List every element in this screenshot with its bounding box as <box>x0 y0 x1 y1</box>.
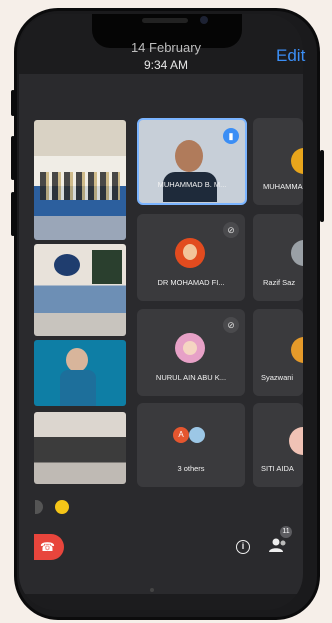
avatar-face <box>183 341 197 355</box>
others-avatar-photo <box>189 427 205 443</box>
people-icon <box>269 538 286 552</box>
volume-up-button <box>11 136 15 180</box>
participant-name: NURUL AIN ABU K... <box>155 373 227 382</box>
participant-tile-muhamma[interactable]: MUHAMMA <box>253 118 303 205</box>
participant-avatar <box>175 238 205 268</box>
info-icon[interactable]: i <box>236 540 250 554</box>
participant-avatar <box>175 333 205 363</box>
edit-button[interactable]: Edit <box>276 46 305 66</box>
power-button <box>320 150 324 222</box>
participant-name: SITI AIDA <box>261 464 294 473</box>
participant-avatar <box>289 427 303 455</box>
participant-avatar <box>291 337 303 363</box>
participant-name: 3 others <box>177 464 205 473</box>
participant-tile-muhammad-b[interactable]: ▮ MUHAMMAD B. M... <box>137 118 247 205</box>
earpiece <box>142 18 188 23</box>
participant-tile-syazwani[interactable]: Syazwani <box>253 309 303 396</box>
end-call-icon: ☎ <box>40 540 55 554</box>
video-equipment-thumbnail[interactable] <box>34 412 126 484</box>
participant-tile-nurul-ain[interactable]: ⊘ NURUL AIN ABU K... <box>137 309 245 396</box>
others-avatar-letter: A <box>173 427 189 443</box>
bottom-speaker-dot <box>150 588 154 592</box>
volume-down-button <box>11 192 15 236</box>
front-camera <box>200 16 208 24</box>
end-call-button[interactable]: ☎ <box>34 534 64 560</box>
photo-banner <box>92 250 122 284</box>
participant-avatar <box>291 240 303 266</box>
participant-tile-siti-aida[interactable]: SITI AIDA <box>253 403 303 487</box>
muted-mic-icon: ⊘ <box>223 317 239 333</box>
participant-tile-razif[interactable]: Razif Saz <box>253 214 303 301</box>
photo-event-thumbnail[interactable] <box>34 244 126 336</box>
video-speaker-thumbnail[interactable] <box>34 340 126 406</box>
participant-video-face <box>175 140 203 172</box>
participant-tile-dr-mohamad[interactable]: ⊘ DR MOHAMAD FI... <box>137 214 245 301</box>
photo-people-row <box>40 172 120 200</box>
participant-name: DR MOHAMAD FI... <box>157 278 225 287</box>
avatar-face <box>183 244 197 260</box>
muted-mic-icon: ⊘ <box>223 222 239 238</box>
participant-name: MUHAMMA <box>263 182 303 191</box>
photo-group-thumbnail[interactable] <box>34 120 126 240</box>
participant-tile-others[interactable]: A 3 others <box>137 403 245 487</box>
speaking-indicator-icon: ▮ <box>223 128 239 144</box>
photo-logo <box>54 254 80 276</box>
reaction-dot[interactable] <box>55 500 69 514</box>
participant-avatar <box>291 148 303 174</box>
participant-name: Syazwani <box>261 373 294 382</box>
participants-count-badge: 11 <box>280 526 292 538</box>
participant-name: Razif Saz <box>263 278 296 287</box>
mute-switch <box>11 90 15 116</box>
participant-name: MUHAMMAD B. M... <box>157 180 227 189</box>
speaker-face <box>66 348 88 372</box>
speaker-body <box>60 370 96 406</box>
participants-button[interactable] <box>268 536 288 554</box>
